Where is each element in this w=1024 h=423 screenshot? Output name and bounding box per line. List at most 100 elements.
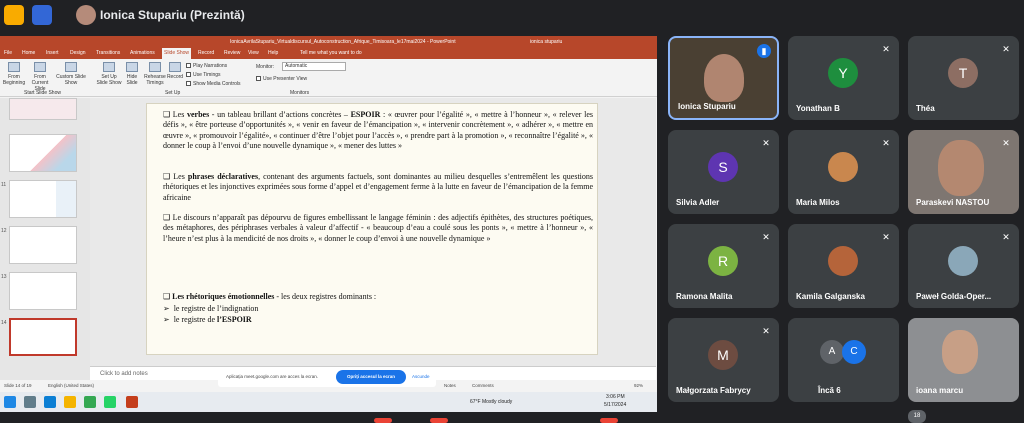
participant-name: Yonathan B [796, 104, 840, 113]
avatar-photo [828, 152, 858, 182]
tile-paraskevi[interactable]: ✕ Paraskevi NASTOU [908, 130, 1019, 214]
menu-transitions[interactable]: Transitions [96, 48, 120, 59]
clock-time: 3:06 PM [606, 394, 625, 400]
hide-slide-icon [126, 62, 138, 72]
media-controls-check[interactable]: Show Media Controls [186, 81, 241, 87]
slide-thumb-9[interactable] [9, 98, 77, 120]
slide-thumb-13[interactable] [9, 272, 77, 310]
menu-record[interactable]: Record [198, 48, 214, 59]
weather[interactable]: 67°F Mostly cloudy [470, 399, 512, 405]
tile-ionica[interactable]: ▮ Ionica Stupariu [668, 36, 779, 120]
tile-maria[interactable]: ✕ Maria Milos [788, 130, 899, 214]
from-beginning-button[interactable]: From Beginning [2, 62, 26, 86]
whatsapp-icon[interactable] [104, 396, 116, 408]
slide-canvas[interactable]: ❑ Les verbes - un tableau brillant d’act… [146, 103, 598, 355]
thumb-number: 14 [1, 320, 7, 326]
leave-call-button[interactable] [374, 418, 392, 423]
use-timings-check[interactable]: Use Timings [186, 72, 221, 78]
meet-logo-icon[interactable] [32, 5, 52, 25]
ppt-titlebar: IonicaAvrilaStupariu_Virtualdiscursul_Au… [0, 36, 657, 48]
menu-animations[interactable]: Animations [130, 48, 155, 59]
tile-kamila[interactable]: ✕ Kamila Galganska [788, 224, 899, 308]
slideshow-icon [8, 62, 20, 72]
participant-name: Małgorzata Fabrycy [676, 386, 751, 395]
group-monitors: Monitors [290, 90, 310, 96]
setup-icon [103, 62, 115, 72]
camera-button[interactable] [600, 418, 618, 423]
slideshow-current-icon [34, 62, 46, 72]
mic-off-icon: ✕ [1002, 44, 1010, 54]
presenter-avatar [76, 5, 96, 25]
avatar: R [708, 246, 738, 276]
mic-off-icon: ✕ [1002, 232, 1010, 242]
from-current-button[interactable]: From Current Slide [28, 62, 52, 92]
tile-ramona[interactable]: R ✕ Ramona Malita [668, 224, 779, 308]
slide-thumb-10[interactable] [9, 134, 77, 172]
tile-malgorzata[interactable]: M ✕ Małgorzata Fabrycy [668, 318, 779, 402]
menu-help[interactable]: Help [268, 48, 278, 59]
participant-count: 18 [908, 410, 926, 423]
bullet-verbes: ❑ Les verbes - un tableau brillant d’act… [163, 110, 593, 150]
tile-ioana[interactable]: ioana marcu [908, 318, 1019, 402]
participant-photo [938, 140, 984, 196]
menu-design[interactable]: Design [70, 48, 86, 59]
stop-sharing-button[interactable]: Opriți accesul la ecran [336, 370, 406, 384]
menu-view[interactable]: View [248, 48, 259, 59]
avatar-photo [948, 246, 978, 276]
bullet-discours: ❑ Le discours n’apparaît pas dépourvu de… [163, 213, 594, 243]
explorer-icon[interactable] [64, 396, 76, 408]
slide-thumb-14[interactable] [9, 318, 77, 356]
menu-insert[interactable]: Insert [46, 48, 59, 59]
share-banner: Aplicația meet.google.com are acces la e… [218, 367, 436, 387]
hide-slide-button[interactable]: Hide Slide [122, 62, 142, 86]
tile-pawel[interactable]: ✕ Paweł Golda-Oper... [908, 224, 1019, 308]
tile-silvia[interactable]: S ✕ Silvia Adler [668, 130, 779, 214]
play-narrations-check[interactable]: Play Narrations [186, 63, 227, 69]
participant-name: Paweł Golda-Oper... [916, 292, 992, 301]
menu-file[interactable]: File [4, 48, 12, 59]
slide-counter: Slide 14 of 19 [4, 383, 32, 388]
rehearse-button[interactable]: Rehearse Timings [144, 62, 166, 86]
presentation-icon[interactable] [4, 5, 24, 25]
presenter-name: Ionica Stupariu (Prezintă) [100, 8, 245, 22]
thumbnail-pane: 11 12 13 14 [0, 98, 90, 380]
menu-tell-me[interactable]: Tell me what you want to do [300, 48, 362, 59]
presenter-view-check[interactable]: Use Presenter View [256, 76, 307, 82]
participant-photo [704, 54, 744, 102]
more-count: Încă 6 [818, 386, 841, 395]
chrome-icon[interactable] [84, 396, 96, 408]
menu-home[interactable]: Home [22, 48, 35, 59]
comments-toggle[interactable]: Comments [472, 380, 494, 392]
tile-more-participants[interactable]: A C Încă 6 [788, 318, 899, 402]
windows-start-icon[interactable] [4, 396, 16, 408]
tile-thea[interactable]: T ✕ Théa [908, 36, 1019, 120]
record-icon [169, 62, 181, 72]
hide-banner-link[interactable]: Ascunde [412, 374, 430, 379]
zoom-level[interactable]: 92% [634, 380, 643, 392]
menu-review[interactable]: Review [224, 48, 240, 59]
mic-off-icon: ✕ [882, 44, 890, 54]
participant-name: ioana marcu [916, 386, 964, 395]
record-button[interactable]: Record [166, 62, 184, 80]
mic-off-icon: ✕ [882, 232, 890, 242]
monitor-select[interactable]: Automatic [282, 62, 346, 71]
custom-show-icon [65, 62, 77, 72]
tile-yonathan[interactable]: Y ✕ Yonathan B [788, 36, 899, 120]
avatar: S [708, 152, 738, 182]
custom-show-button[interactable]: Custom Slide Show [56, 62, 86, 86]
task-view-icon[interactable] [24, 396, 36, 408]
avatar: M [708, 340, 738, 370]
slide-thumb-11[interactable] [9, 180, 77, 218]
mic-button[interactable] [430, 418, 448, 423]
menu-slide-show[interactable]: Slide Show [162, 48, 192, 59]
slide-editor: ❑ Les verbes - un tableau brillant d’act… [90, 98, 656, 380]
notes-toggle[interactable]: Notes [444, 380, 456, 392]
thumb-number: 13 [1, 274, 7, 280]
set-up-button[interactable]: Set Up Slide Show [96, 62, 122, 86]
ppt-title: IonicaAvrilaStupariu_Virtualdiscursul_Au… [230, 39, 456, 45]
participant-name: Ionica Stupariu [678, 102, 736, 111]
edge-icon[interactable] [44, 396, 56, 408]
powerpoint-icon[interactable] [126, 396, 138, 408]
bullet-rhetoriques: ❑ Les rhétoriques émotionnelles - les de… [163, 292, 377, 301]
slide-thumb-12[interactable] [9, 226, 77, 264]
